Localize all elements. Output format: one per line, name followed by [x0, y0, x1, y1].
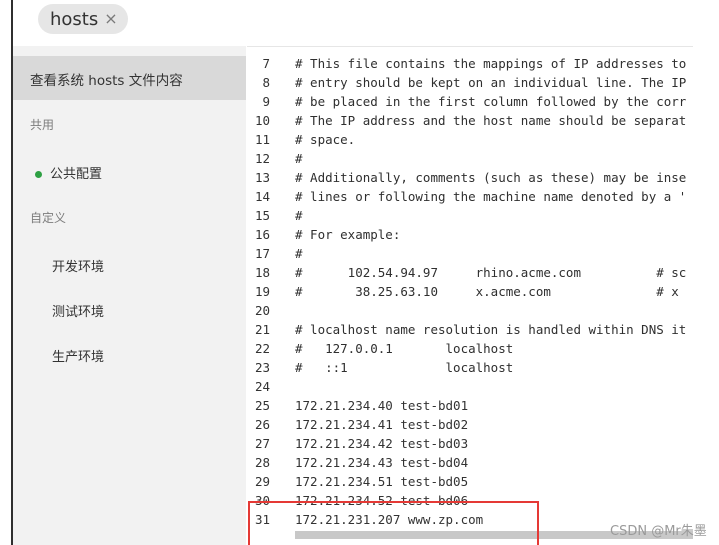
code-line[interactable]: 15 #	[246, 206, 693, 225]
sidebar-item-system-hosts[interactable]: 查看系统 hosts 文件内容	[13, 56, 246, 100]
code-line[interactable]: 26 172.21.234.41 test-bd02	[246, 415, 693, 434]
code-text: #	[295, 151, 303, 166]
line-number: 17	[254, 246, 270, 261]
code-text: # The IP address and the host name shoul…	[295, 113, 687, 128]
code-text: # space.	[295, 132, 356, 147]
line-number: 13	[254, 170, 270, 185]
line-number: 23	[254, 360, 270, 375]
tab-label: hosts	[50, 8, 99, 30]
line-number: 12	[254, 151, 270, 166]
code-text: # localhost name resolution is handled w…	[295, 322, 687, 337]
code-text: 172.21.234.41 test-bd02	[295, 417, 469, 432]
annotation-highlight-box	[248, 501, 539, 545]
line-number: 24	[254, 379, 270, 394]
code-line[interactable]: 12 #	[246, 149, 693, 168]
code-text: # lines or following the machine name de…	[295, 189, 687, 204]
code-text: # This file contains the mappings of IP …	[295, 56, 687, 71]
line-number: 11	[254, 132, 270, 147]
line-number: 7	[262, 56, 270, 71]
code-text: 172.21.234.40 test-bd01	[295, 398, 469, 413]
code-line[interactable]: 10 # The IP address and the host name sho…	[246, 111, 693, 130]
line-number: 16	[254, 227, 270, 242]
code-text: # ::1 localhost	[295, 360, 514, 375]
hosts-tab[interactable]: hosts ×	[38, 4, 128, 34]
line-number: 19	[254, 284, 270, 299]
hosts-editor[interactable]: 7 # This file contains the mappings of IP…	[246, 46, 693, 545]
line-number: 22	[254, 341, 270, 356]
code-text: # 127.0.0.1 localhost	[295, 341, 514, 356]
code-line[interactable]: 8 # entry should be kept on an individual…	[246, 73, 693, 92]
sidebar-item-label: 查看系统 hosts 文件内容	[30, 73, 183, 89]
sidebar-item-dev[interactable]: 开发环境	[52, 256, 104, 275]
sidebar: 查看系统 hosts 文件内容 共用 公共配置 自定义 开发环境 测试环境 生产…	[13, 46, 246, 545]
code-line[interactable]: 25 172.21.234.40 test-bd01	[246, 396, 693, 415]
close-icon[interactable]: ×	[104, 11, 117, 27]
section-heading-shared: 共用	[30, 118, 55, 132]
line-number: 25	[254, 398, 270, 413]
code-line[interactable]: 13 # Additionally, comments (such as thes…	[246, 168, 693, 187]
line-number: 20	[254, 303, 270, 318]
code-text: # entry should be kept on an individual …	[295, 75, 687, 90]
line-number: 21	[254, 322, 270, 337]
code-line[interactable]: 9 # be placed in the first column followe…	[246, 92, 693, 111]
line-number: 10	[254, 113, 270, 128]
line-number: 28	[254, 455, 270, 470]
code-line[interactable]: 27 172.21.234.42 test-bd03	[246, 434, 693, 453]
editor-top-divider	[247, 46, 693, 47]
sidebar-item-shared-config[interactable]: 公共配置	[35, 163, 102, 182]
line-number: 27	[254, 436, 270, 451]
line-number: 15	[254, 208, 270, 223]
code-text: 172.21.234.42 test-bd03	[295, 436, 469, 451]
line-number: 18	[254, 265, 270, 280]
line-number: 8	[262, 75, 270, 90]
title-bar: hosts ×	[13, 0, 719, 46]
code-text: # be placed in the first column followed…	[295, 94, 687, 109]
sidebar-item-prod[interactable]: 生产环境	[52, 346, 104, 365]
code-line[interactable]: 7 # This file contains the mappings of IP…	[246, 54, 693, 73]
line-number: 26	[254, 417, 270, 432]
line-number: 29	[254, 474, 270, 489]
watermark: CSDN @Mr朱墨	[610, 524, 707, 539]
section-heading-custom: 自定义	[30, 211, 67, 225]
code-line[interactable]: 23 # ::1 localhost	[246, 358, 693, 377]
code-line[interactable]: 29 172.21.234.51 test-bd05	[246, 472, 693, 491]
line-number: 9	[262, 94, 270, 109]
sidebar-item-label: 公共配置	[50, 167, 103, 182]
code-line[interactable]: 16 # For example:	[246, 225, 693, 244]
code-text: #	[295, 246, 303, 261]
code-text: #	[295, 208, 303, 223]
code-text: 172.21.234.43 test-bd04	[295, 455, 469, 470]
code-line[interactable]: 14 # lines or following the machine name …	[246, 187, 693, 206]
code-line[interactable]: 28 172.21.234.43 test-bd04	[246, 453, 693, 472]
code-text: # 102.54.94.97 rhino.acme.com # sc	[295, 265, 687, 280]
code-text: # 38.25.63.10 x.acme.com # x	[295, 284, 679, 299]
sidebar-item-test[interactable]: 测试环境	[52, 301, 104, 320]
code-line[interactable]: 11 # space.	[246, 130, 693, 149]
code-text: 172.21.234.51 test-bd05	[295, 474, 469, 489]
enabled-dot-icon	[35, 171, 42, 178]
code-text: # Additionally, comments (such as these)…	[295, 170, 687, 185]
code-line[interactable]: 17 #	[246, 244, 693, 263]
editor-gutter-right	[693, 46, 719, 545]
code-line[interactable]: 20	[246, 301, 693, 320]
code-line[interactable]: 24	[246, 377, 693, 396]
code-line[interactable]: 22 # 127.0.0.1 localhost	[246, 339, 693, 358]
code-line[interactable]: 21 # localhost name resolution is handled…	[246, 320, 693, 339]
code-line[interactable]: 19 # 38.25.63.10 x.acme.com # x	[246, 282, 693, 301]
line-number: 14	[254, 189, 270, 204]
code-line[interactable]: 18 # 102.54.94.97 rhino.acme.com # sc	[246, 263, 693, 282]
code-text: # For example:	[295, 227, 401, 242]
